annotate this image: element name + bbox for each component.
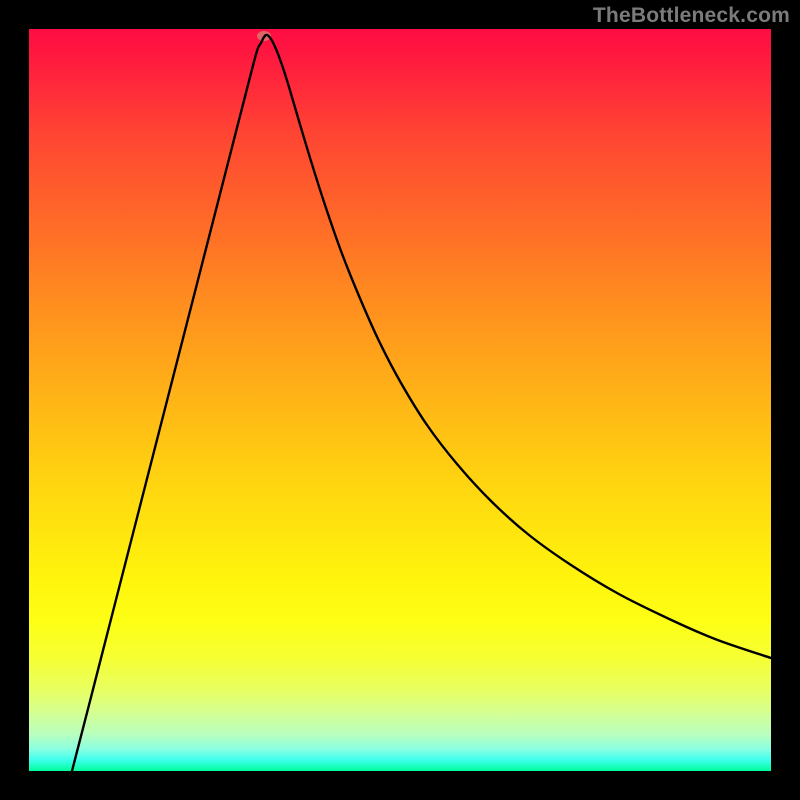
chart-frame: TheBottleneck.com <box>0 0 800 800</box>
watermark-text: TheBottleneck.com <box>593 4 790 28</box>
plot-background <box>29 29 771 771</box>
